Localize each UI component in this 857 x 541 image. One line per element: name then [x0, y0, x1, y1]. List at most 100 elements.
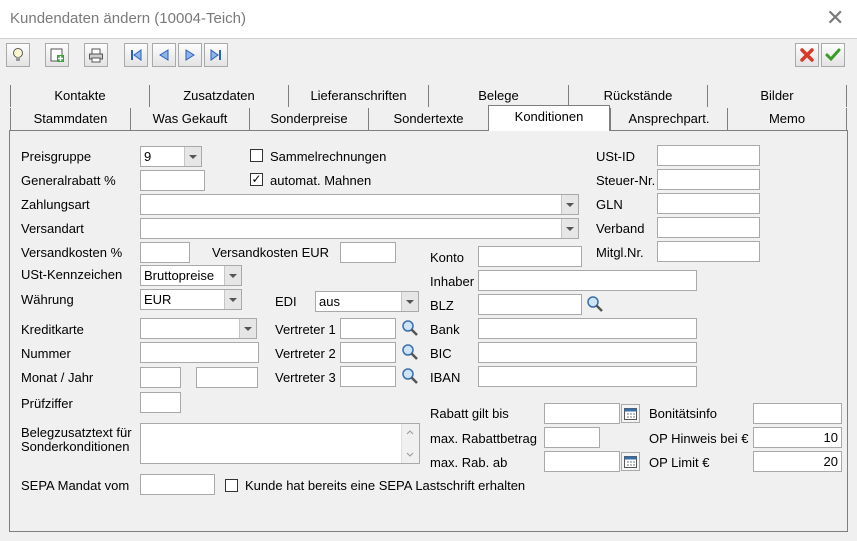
tab-bilder[interactable]: Bilder: [707, 85, 847, 107]
preisgruppe-label: Preisgruppe: [21, 149, 92, 164]
generalrabatt-label: Generalrabatt %: [21, 173, 116, 188]
bic-field[interactable]: [478, 342, 697, 363]
blz-search-button[interactable]: [584, 293, 606, 315]
max-rab-ab-calendar-button[interactable]: [621, 452, 640, 471]
close-icon[interactable]: ✕: [826, 6, 844, 30]
bonitaetsinfo-field[interactable]: [753, 403, 842, 424]
op-limit-field[interactable]: 20: [753, 451, 842, 472]
green-check-icon: [825, 48, 841, 62]
ust-id-field[interactable]: [657, 145, 760, 166]
op-hinweis-field[interactable]: 10: [753, 427, 842, 448]
belegzusatztext-textarea[interactable]: [140, 423, 420, 464]
zahlungsart-label: Zahlungsart: [21, 197, 90, 212]
lightbulb-icon: [13, 48, 23, 61]
chevron-down-icon[interactable]: [561, 219, 578, 238]
chevron-down-icon[interactable]: [561, 195, 578, 214]
max-rabattbetrag-field[interactable]: [544, 427, 600, 448]
nummer-field[interactable]: [140, 342, 259, 363]
ust-kennzeichen-dropdown[interactable]: Bruttopreise: [140, 265, 242, 286]
rabatt-gilt-bis-field[interactable]: [544, 403, 620, 424]
last-record-button[interactable]: [204, 43, 228, 67]
vertreter2-field[interactable]: [340, 342, 396, 363]
chevron-down-icon[interactable]: [239, 319, 256, 338]
chevron-down-icon[interactable]: [184, 147, 201, 166]
mitgl-nr-field[interactable]: [657, 241, 760, 262]
rabatt-gilt-bis-calendar-button[interactable]: [621, 404, 640, 423]
vertreter1-search-button[interactable]: [399, 317, 421, 339]
tab-rueckstaende[interactable]: Rückstände: [568, 85, 707, 107]
monat-field[interactable]: [140, 367, 181, 388]
tab-ansprechpartner[interactable]: Ansprechpart.: [610, 108, 727, 130]
blz-field[interactable]: [478, 294, 582, 315]
first-record-button[interactable]: [124, 43, 148, 67]
tab-was-gekauft[interactable]: Was Gekauft: [130, 108, 249, 130]
scrollbar[interactable]: [401, 424, 419, 463]
tab-memo[interactable]: Memo: [727, 108, 847, 130]
calendar-icon: [624, 456, 637, 468]
gln-field[interactable]: [657, 193, 760, 214]
inhaber-field[interactable]: [478, 270, 697, 291]
bank-field[interactable]: [478, 318, 697, 339]
search-icon: [402, 344, 418, 360]
edi-dropdown[interactable]: aus: [315, 291, 419, 312]
jahr-field[interactable]: [196, 367, 258, 388]
generalrabatt-field[interactable]: [140, 170, 205, 191]
search-icon: [402, 320, 418, 336]
automat-mahnen-checkbox[interactable]: ✓: [250, 173, 263, 186]
waehrung-dropdown[interactable]: EUR: [140, 289, 242, 310]
versandkosten-pct-field[interactable]: [140, 242, 190, 263]
versandkosten-eur-field[interactable]: [340, 242, 396, 263]
konto-field[interactable]: [478, 246, 582, 267]
versandart-dropdown[interactable]: [140, 218, 579, 239]
sepa-mandat-label: SEPA Mandat vom: [21, 478, 130, 493]
edi-label: EDI: [275, 294, 297, 309]
tab-lieferanschriften[interactable]: Lieferanschriften: [288, 85, 428, 107]
gln-label: GLN: [596, 197, 623, 212]
inhaber-label: Inhaber: [430, 274, 475, 289]
nummer-label: Nummer: [21, 346, 71, 361]
tab-konditionen[interactable]: Konditionen: [488, 105, 610, 131]
window-title: Kundendaten ändern (10004-Teich): [10, 10, 247, 27]
iban-label: IBAN: [430, 370, 461, 385]
print-button[interactable]: [84, 43, 108, 67]
max-rab-ab-field[interactable]: [544, 451, 620, 472]
steuer-nr-field[interactable]: [657, 169, 760, 190]
new-record-button[interactable]: [45, 43, 69, 67]
sammelrechnungen-checkbox[interactable]: [250, 149, 263, 162]
cancel-button[interactable]: [795, 43, 819, 67]
verband-field[interactable]: [657, 217, 760, 238]
tab-stammdaten[interactable]: Stammdaten: [10, 108, 130, 130]
vertreter2-label: Vertreter 2: [275, 346, 336, 361]
pruefziffer-label: Prüfziffer: [21, 396, 73, 411]
preisgruppe-dropdown[interactable]: 9: [140, 146, 202, 167]
pruefziffer-field[interactable]: [140, 392, 181, 413]
op-limit-label: OP Limit €: [649, 455, 710, 470]
vertreter3-field[interactable]: [340, 366, 396, 387]
ok-button[interactable]: [821, 43, 845, 67]
vertreter1-field[interactable]: [340, 318, 396, 339]
prev-record-button[interactable]: [152, 43, 176, 67]
next-record-button[interactable]: [178, 43, 202, 67]
chevron-down-icon[interactable]: [401, 292, 418, 311]
chevron-down-icon[interactable]: [224, 290, 241, 309]
sepa-lastschrift-checkbox[interactable]: [225, 479, 238, 492]
vertreter2-search-button[interactable]: [399, 341, 421, 363]
automat-mahnen-label: automat. Mahnen: [270, 173, 372, 188]
tab-sondertexte[interactable]: Sondertexte: [368, 108, 488, 130]
vertreter3-search-button[interactable]: [399, 365, 421, 387]
kreditkarte-dropdown[interactable]: [140, 318, 257, 339]
tab-kontakte[interactable]: Kontakte: [10, 85, 149, 107]
sepa-lastschrift-label: Kunde hat bereits eine SEPA Lastschrift …: [245, 478, 526, 493]
chevron-down-icon[interactable]: [224, 266, 241, 285]
tab-sonderpreise[interactable]: Sonderpreise: [249, 108, 368, 130]
sepa-mandat-field[interactable]: [140, 474, 215, 495]
search-icon: [587, 296, 603, 312]
tab-zusatzdaten[interactable]: Zusatzdaten: [149, 85, 288, 107]
search-icon: [402, 368, 418, 384]
zahlungsart-dropdown[interactable]: [140, 194, 579, 215]
iban-field[interactable]: [478, 366, 697, 387]
tab-belege[interactable]: Belege: [428, 85, 568, 107]
lightbulb-button[interactable]: [6, 43, 30, 67]
bank-label: Bank: [430, 322, 460, 337]
konditionen-panel: [9, 130, 848, 532]
